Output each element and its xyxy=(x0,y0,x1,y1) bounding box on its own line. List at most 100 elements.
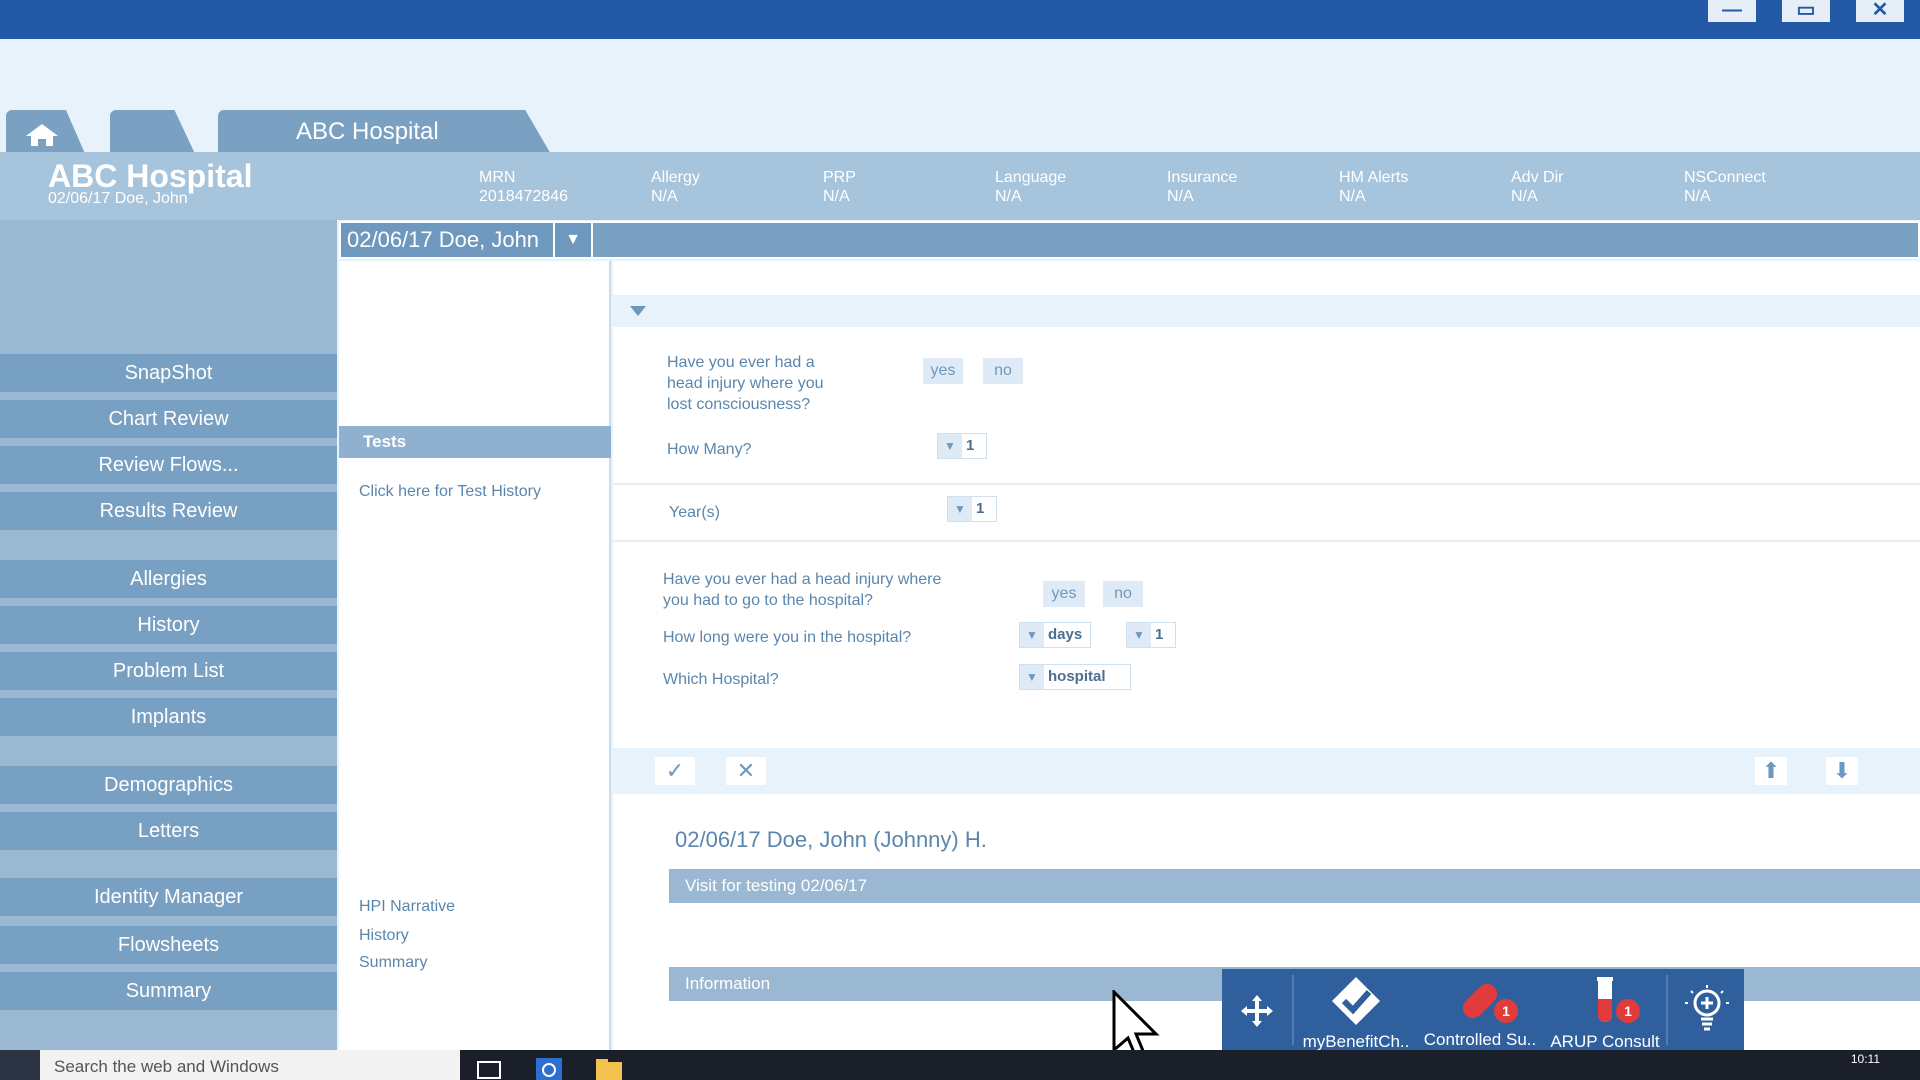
link-history[interactable]: History xyxy=(359,927,409,945)
chevron-down-icon[interactable]: ▼ xyxy=(1020,665,1044,689)
years-stepper[interactable]: ▼ 1 xyxy=(947,496,997,522)
which-hospital-select[interactable]: ▼ hospital xyxy=(1019,664,1131,690)
chevron-down-icon[interactable]: ▼ xyxy=(1020,623,1044,647)
tray-item-idea[interactable] xyxy=(1672,969,1742,1051)
minimize-button[interactable]: — xyxy=(1708,0,1756,22)
browser-icon[interactable] xyxy=(534,1054,564,1080)
arrow-up-icon[interactable]: ⬆ xyxy=(1755,757,1787,785)
window-title-bar: — ▭ ✕ xyxy=(0,0,1920,39)
tool-tray: myBenefitCh.. 1 Controlled Su.. 1 ARUP C… xyxy=(1222,969,1744,1051)
home-icon xyxy=(26,124,58,146)
how-many-label: How Many? xyxy=(667,441,752,458)
divider xyxy=(613,483,1920,485)
section-header xyxy=(613,295,1920,327)
chevron-down-icon[interactable]: ▼ xyxy=(1127,623,1151,647)
header-field-label: Language xyxy=(995,169,1067,186)
sidebar-item-allergies[interactable]: Allergies xyxy=(0,560,337,598)
move-handle[interactable] xyxy=(1222,969,1292,1051)
divider xyxy=(613,540,1920,542)
header-field-mrn: MRN 2018472846 xyxy=(479,168,568,206)
tab-home[interactable] xyxy=(6,110,86,156)
activity-panel: Tests Click here for Test History HPI Na… xyxy=(339,261,611,1051)
how-long-unit-value: days xyxy=(1048,626,1083,643)
header-field-hm-alerts: HM Alerts N/A xyxy=(1339,168,1408,206)
header-field-label: Adv Dir xyxy=(1511,169,1564,186)
sidebar-item-history[interactable]: History xyxy=(0,606,337,644)
sidebar-item-demographics[interactable]: Demographics xyxy=(0,766,337,804)
how-long-unit-select[interactable]: ▼ days xyxy=(1019,622,1091,648)
chevron-down-icon[interactable]: ▼ xyxy=(948,497,972,521)
link-summary[interactable]: Summary xyxy=(359,954,427,972)
how-many-value: 1 xyxy=(966,437,975,454)
notification-badge: 1 xyxy=(1494,999,1518,1023)
header-field-label: MRN xyxy=(479,169,516,186)
header-field-label: NSConnect xyxy=(1684,169,1766,186)
tests-heading: Tests xyxy=(339,426,611,458)
chevron-down-icon[interactable]: ▼ xyxy=(555,223,593,257)
sidebar-item-letters[interactable]: Letters xyxy=(0,812,337,850)
note-patient-name: 02/06/17 Doe, John (Johnny) H. xyxy=(675,827,987,852)
sidebar-item-flowsheets[interactable]: Flowsheets xyxy=(0,926,337,964)
maximize-button[interactable]: ▭ xyxy=(1782,0,1830,22)
notification-badge: 1 xyxy=(1616,999,1640,1023)
question-hospital-visit: Have you ever had a head injury where yo… xyxy=(663,569,941,611)
taskbar: Search the web and Windows 10:11 xyxy=(0,1050,1920,1080)
start-button[interactable] xyxy=(0,1050,40,1080)
how-many-stepper[interactable]: ▼ 1 xyxy=(937,433,987,459)
sidebar-item-problem-list[interactable]: Problem List xyxy=(0,652,337,690)
taskbar-search[interactable]: Search the web and Windows xyxy=(40,1050,460,1080)
arrow-down-icon[interactable]: ⬇ xyxy=(1826,757,1858,785)
close-button[interactable]: ✕ xyxy=(1856,0,1904,22)
header-field-label: HM Alerts xyxy=(1339,169,1409,186)
visit-section-bar[interactable]: Visit for testing 02/06/17 xyxy=(669,869,1920,903)
sidebar-item-chart-review[interactable]: Chart Review xyxy=(0,400,337,438)
header-field-value: N/A xyxy=(1339,188,1366,205)
header-field-label: PRP xyxy=(823,169,856,186)
main-content: Have you ever had a head injury where yo… xyxy=(613,261,1920,1051)
test-history-link[interactable]: Click here for Test History xyxy=(359,483,541,501)
answer-yes-button[interactable]: yes xyxy=(923,358,963,384)
tray-item-arup-consult[interactable]: 1 ARUP Consult xyxy=(1544,969,1666,1051)
tray-item-controlled-substances[interactable]: 1 Controlled Su.. xyxy=(1418,969,1542,1051)
accept-check-icon[interactable]: ✓ xyxy=(655,757,695,785)
answer-yes-button[interactable]: yes xyxy=(1043,581,1085,607)
answer-no-button[interactable]: no xyxy=(983,358,1023,384)
collapse-triangle-icon[interactable] xyxy=(629,305,647,317)
patient-selector-label[interactable]: 02/06/17 Doe, John xyxy=(341,223,555,257)
how-long-label: How long were you in the hospital? xyxy=(663,629,912,646)
header-field-value: 2018472846 xyxy=(479,188,568,205)
header-field-value: N/A xyxy=(651,188,678,205)
question-loss-of-consciousness: Have you ever had a head injury where yo… xyxy=(667,352,824,415)
header-field-value: N/A xyxy=(823,188,850,205)
sidebar-item-identity-manager[interactable]: Identity Manager xyxy=(0,878,337,916)
years-value: 1 xyxy=(976,500,985,517)
which-hospital-label: Which Hospital? xyxy=(663,671,779,688)
tray-item-label: myBenefitCh.. xyxy=(1302,1032,1410,1051)
how-long-value: 1 xyxy=(1155,626,1164,643)
file-explorer-icon[interactable] xyxy=(594,1054,624,1080)
sidebar-item-summary[interactable]: Summary xyxy=(0,972,337,1010)
link-hpi-narrative[interactable]: HPI Narrative xyxy=(359,898,455,916)
tab-abc-hospital[interactable]: ABC Hospital xyxy=(218,110,552,156)
patient-selector: 02/06/17 Doe, John ▼ xyxy=(339,221,1920,259)
years-label: Year(s) xyxy=(669,504,720,521)
chevron-down-icon[interactable]: ▼ xyxy=(938,434,962,458)
tray-item-label: Controlled Su.. xyxy=(1423,1030,1537,1049)
how-long-stepper[interactable]: ▼ 1 xyxy=(1126,622,1176,648)
sidebar-item-review-flows[interactable]: Review Flows... xyxy=(0,446,337,484)
tray-item-mybenefit[interactable]: myBenefitCh.. xyxy=(1296,969,1416,1051)
task-view-icon[interactable] xyxy=(474,1054,504,1080)
cancel-x-icon[interactable]: ✕ xyxy=(726,757,766,785)
header-field-allergy: Allergy N/A xyxy=(651,168,700,206)
patient-header: ABC Hospital 02/06/17 Doe, John MRN 2018… xyxy=(0,152,1920,220)
sidebar-item-implants[interactable]: Implants xyxy=(0,698,337,736)
sidebar: SnapShot Chart Review Review Flows... Re… xyxy=(0,220,337,1050)
sidebar-item-snapshot[interactable]: SnapShot xyxy=(0,354,337,392)
answer-no-button[interactable]: no xyxy=(1103,581,1143,607)
sidebar-item-results-review[interactable]: Results Review xyxy=(0,492,337,530)
question-line: Have you ever had a head injury where xyxy=(663,571,942,588)
header-field-value: N/A xyxy=(995,188,1022,205)
tray-separator xyxy=(1292,975,1294,1045)
tab-blank[interactable] xyxy=(110,110,196,156)
tray-item-label: ARUP Consult xyxy=(1550,1032,1660,1051)
